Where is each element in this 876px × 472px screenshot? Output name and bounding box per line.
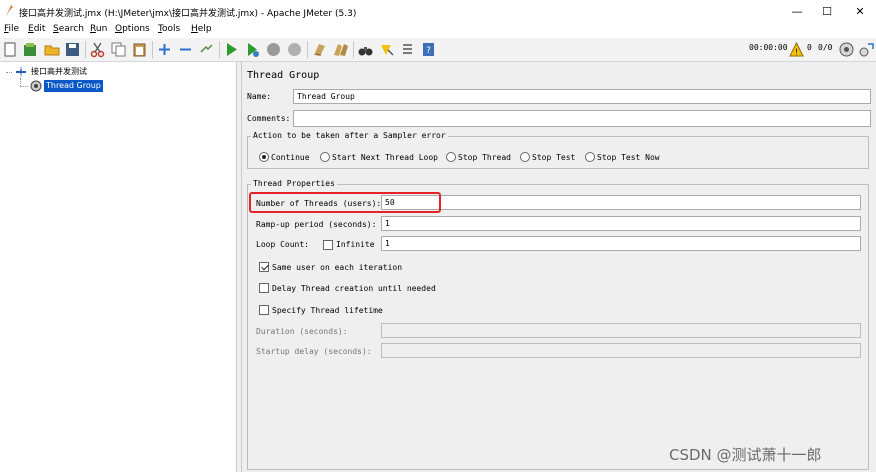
- rampup-input[interactable]: 1: [381, 216, 861, 231]
- stop-icon[interactable]: [265, 41, 282, 58]
- title-bar: 接口高并发测试.jmx (H:\JMeter\jmx\接口高并发测试.jmx) …: [0, 0, 876, 22]
- radio-stop-thread-label: Stop Thread: [458, 153, 511, 162]
- threads-input[interactable]: 50: [381, 195, 861, 210]
- save-icon[interactable]: [64, 41, 81, 58]
- reset-search-icon[interactable]: [378, 41, 395, 58]
- function-helper-icon[interactable]: [399, 41, 416, 58]
- cut-icon[interactable]: [89, 41, 106, 58]
- radio-start-next-loop[interactable]: [320, 152, 330, 162]
- rampup-label: Ramp-up period (seconds):: [256, 220, 377, 229]
- open-folder-icon[interactable]: [44, 41, 61, 58]
- thread-lifetime-label: Specify Thread lifetime: [272, 306, 383, 315]
- comments-input[interactable]: [293, 110, 871, 127]
- warning-icon[interactable]: !: [789, 42, 804, 57]
- watermark: CSDN @测试萧十一郎: [669, 446, 822, 464]
- log-viewer-icon[interactable]: [858, 41, 875, 58]
- copy-icon[interactable]: [110, 41, 127, 58]
- name-input[interactable]: Thread Group: [293, 89, 871, 104]
- delay-creation-label: Delay Thread creation until needed: [272, 284, 436, 293]
- collapse-icon[interactable]: [177, 41, 194, 58]
- radio-stop-test-label: Stop Test: [532, 153, 576, 162]
- jmeter-feather-icon: [6, 5, 13, 17]
- toolbar-separator: [353, 41, 354, 58]
- toolbar-separator: [307, 41, 308, 58]
- name-label: Name:: [247, 92, 272, 101]
- tree-connector: [20, 78, 21, 86]
- startup-delay-label: Startup delay (seconds):: [256, 347, 372, 356]
- radio-stop-test-now[interactable]: [585, 152, 595, 162]
- tree-connector: [6, 72, 12, 73]
- thread-group-gear-icon: [30, 80, 42, 92]
- same-user-label: Same user on each iteration: [272, 263, 403, 272]
- menu-tools[interactable]: Tools: [158, 24, 180, 34]
- svg-text:?: ?: [426, 46, 431, 56]
- radio-continue[interactable]: [259, 152, 269, 162]
- toolbar-separator: [152, 41, 153, 58]
- toolbar-separator: [85, 41, 86, 58]
- help-icon[interactable]: ?: [420, 41, 437, 58]
- menu-options[interactable]: Options: [115, 24, 150, 34]
- window-title: 接口高并发测试.jmx (H:\JMeter\jmx\接口高并发测试.jmx) …: [19, 9, 357, 19]
- radio-stop-test-now-label: Stop Test Now: [597, 153, 660, 162]
- comments-label: Comments:: [247, 114, 291, 123]
- radio-stop-test[interactable]: [520, 152, 530, 162]
- thread-count: 0/0: [818, 43, 833, 52]
- sampler-error-legend: Action to be taken after a Sampler error: [251, 131, 448, 140]
- radio-continue-label: Continue: [271, 153, 310, 162]
- tree-connector: [20, 86, 28, 87]
- highlight-box: [249, 192, 441, 213]
- menu-file[interactable]: File: [4, 24, 19, 34]
- paste-icon[interactable]: [131, 41, 148, 58]
- duration-input: [381, 323, 861, 338]
- minimize-button[interactable]: —: [782, 3, 812, 20]
- thread-lifetime-checkbox[interactable]: [259, 305, 269, 315]
- infinite-label: Infinite: [336, 240, 375, 249]
- duration-label: Duration (seconds):: [256, 327, 348, 336]
- test-plan-icon: [16, 66, 26, 78]
- test-plan-tree: 接口高并发测试 Thread Group: [0, 62, 237, 472]
- thread-group-panel: Thread Group Name: Thread Group Comments…: [242, 62, 876, 472]
- thread-properties-legend: Thread Properties: [251, 179, 337, 188]
- elapsed-timer: 00:00:00: [749, 43, 788, 52]
- loop-count-input[interactable]: 1: [381, 236, 861, 251]
- startup-delay-input: [381, 343, 861, 358]
- clear-icon[interactable]: [311, 41, 328, 58]
- clear-all-icon[interactable]: [332, 41, 349, 58]
- infinite-checkbox[interactable]: [323, 240, 333, 250]
- start-icon[interactable]: [223, 41, 240, 58]
- menu-search[interactable]: Search: [53, 24, 84, 34]
- templates-icon[interactable]: [22, 41, 39, 58]
- remote-engines-icon[interactable]: [838, 41, 855, 58]
- expand-icon[interactable]: [156, 41, 173, 58]
- toolbar-separator: [219, 41, 220, 58]
- toolbar: ? 00:00:00 ! 0 0/0: [0, 38, 876, 62]
- warning-count: 0: [807, 43, 812, 52]
- toggle-icon[interactable]: [198, 41, 215, 58]
- menu-edit[interactable]: Edit: [28, 24, 45, 34]
- shutdown-icon[interactable]: [286, 41, 303, 58]
- radio-stop-thread[interactable]: [446, 152, 456, 162]
- menu-bar: File Edit Search Run Options Tools Help: [0, 22, 876, 38]
- menu-help[interactable]: Help: [191, 24, 212, 34]
- maximize-button[interactable]: ☐: [812, 3, 842, 20]
- new-file-icon[interactable]: [2, 41, 19, 58]
- close-button[interactable]: ✕: [845, 3, 875, 20]
- start-no-timers-icon[interactable]: [244, 41, 261, 58]
- tree-item-thread-group[interactable]: Thread Group: [44, 80, 103, 92]
- panel-heading: Thread Group: [247, 70, 320, 81]
- loop-count-label: Loop Count:: [256, 240, 309, 249]
- delay-creation-checkbox[interactable]: [259, 283, 269, 293]
- svg-text:!: !: [795, 48, 798, 57]
- same-user-checkbox[interactable]: [259, 262, 269, 272]
- search-binoculars-icon[interactable]: [357, 41, 374, 58]
- menu-run[interactable]: Run: [90, 24, 107, 34]
- tree-item-test-plan[interactable]: 接口高并发测试: [31, 66, 87, 78]
- radio-start-next-loop-label: Start Next Thread Loop: [332, 153, 438, 162]
